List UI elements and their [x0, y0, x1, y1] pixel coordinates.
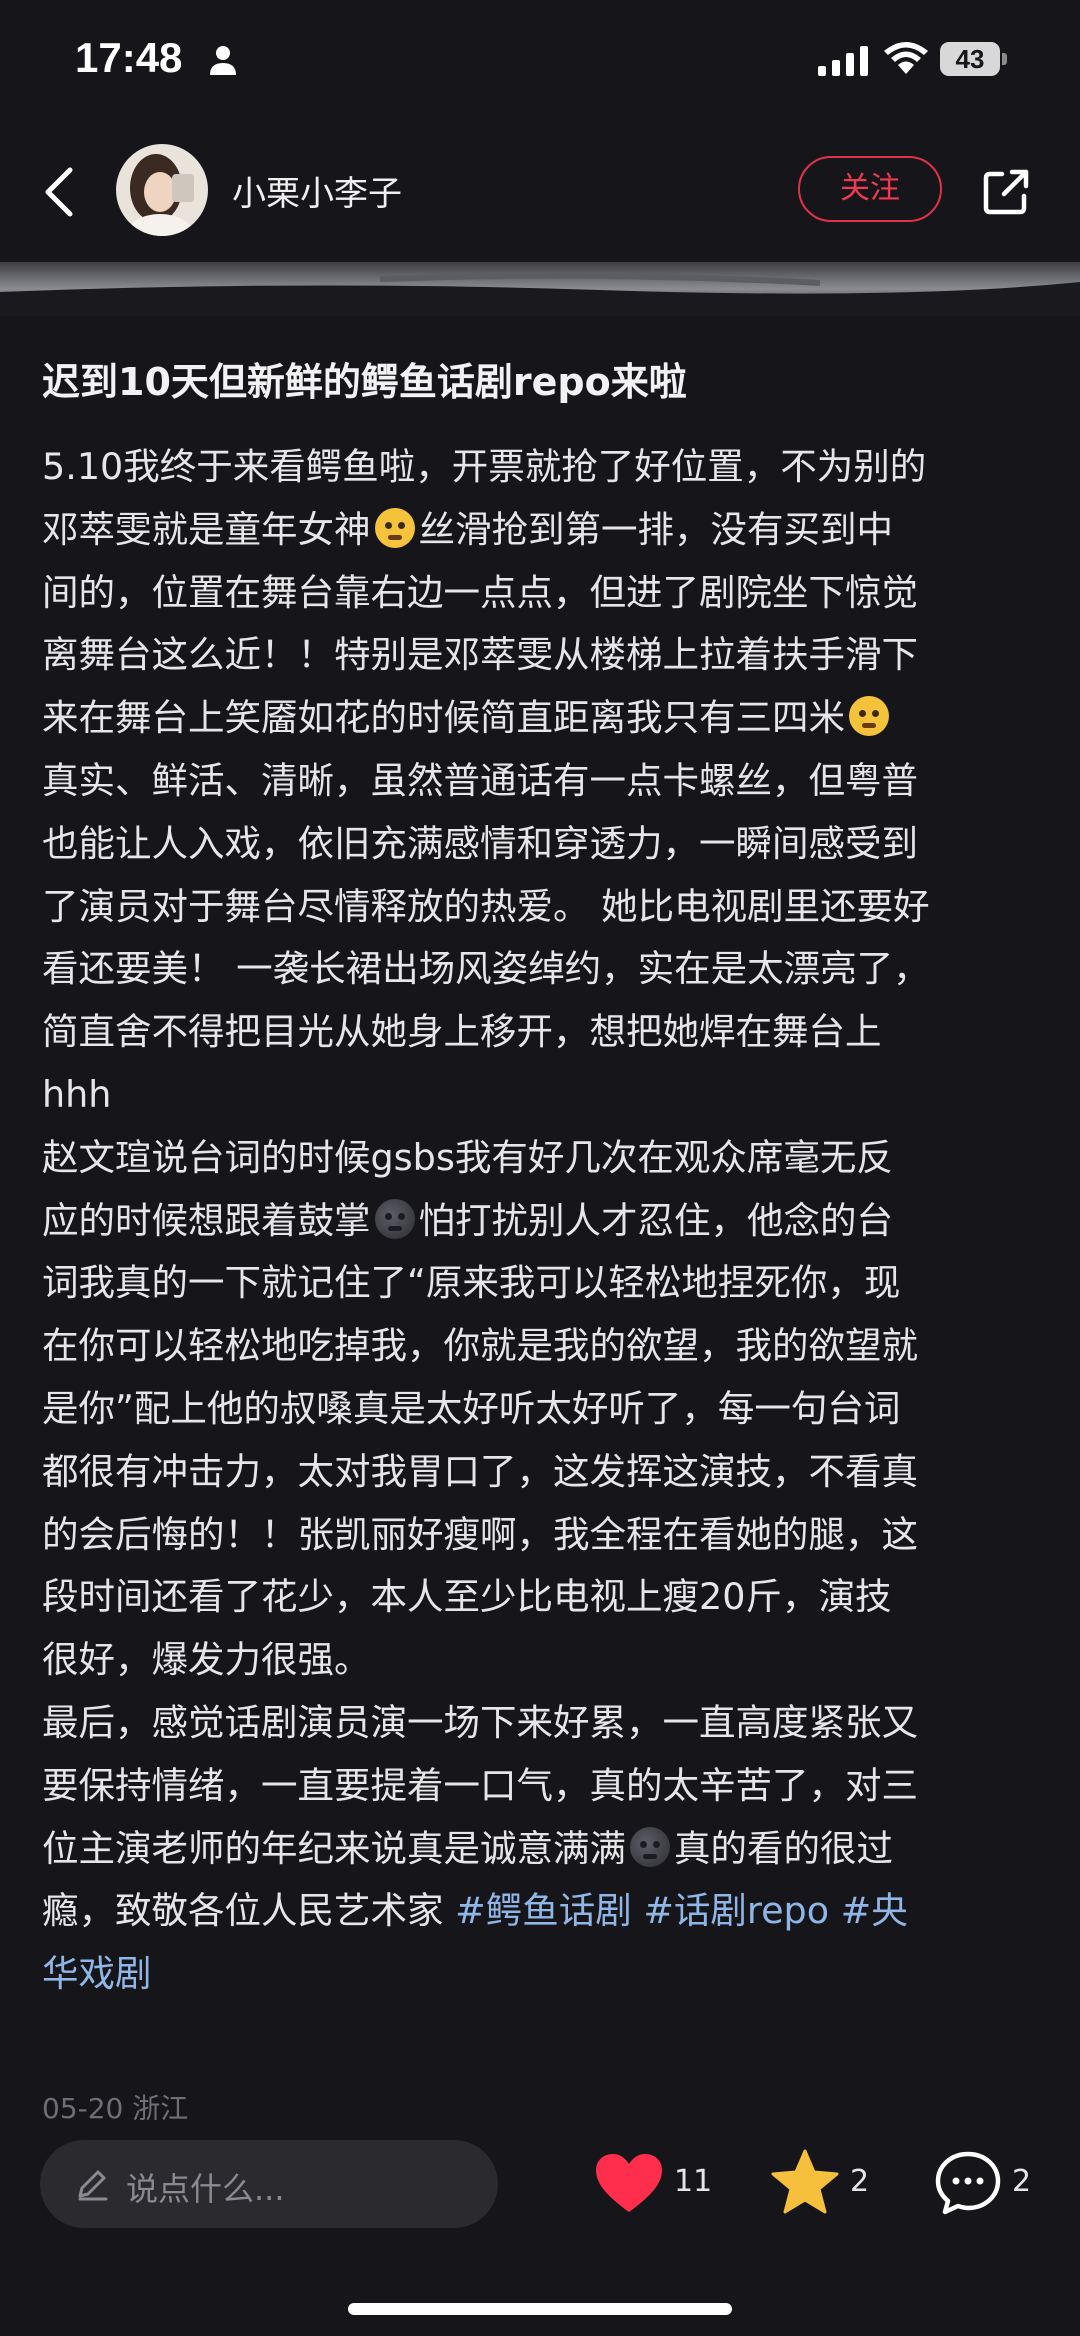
post-body-line: 赵文瑄说台词的时候gsbs我有好几次在观众席毫无反 — [42, 1127, 1038, 1190]
post-text: 应的时候想跟着鼓掌 — [42, 1198, 371, 1242]
chat-icon[interactable] — [934, 2150, 1002, 2216]
post-body-line: 离舞台这么近！！特别是邓萃雯从楼梯上拉着扶手滑下 — [42, 624, 1038, 687]
status-time: 17:48 — [75, 34, 183, 81]
comment-placeholder: 说点什么... — [126, 2170, 285, 2208]
post-text: 都很有冲击力，太对我胃口了，这发挥这演技，不看真 — [42, 1449, 918, 1493]
post-body-line: 了演员对于舞台尽情释放的热爱。 她比电视剧里还要好 — [42, 876, 1038, 939]
note-detail-page: 17:48 43 小栗小李子 关注 迟到10天但新鲜的鳄鱼话剧repo来啦 5.… — [0, 0, 1080, 2336]
post-text: 要保持情绪，一直要提着一口气，真的太辛苦了，对三 — [42, 1763, 918, 1807]
hashtag-link[interactable]: 华戏剧 — [42, 1952, 152, 1995]
author-name[interactable]: 小栗小李子 — [232, 166, 402, 215]
post-text: 来在舞台上笑靥如花的时候简直距离我只有三四米 — [42, 696, 845, 740]
post-body-line: 词我真的一下就记住了“原来我可以轻松地捏死你，现 — [42, 1252, 1038, 1315]
post-content: 迟到10天但新鲜的鳄鱼话剧repo来啦 5.10我终于来看鳄鱼啦，开票就抢了好位… — [42, 342, 1038, 2006]
star-icon[interactable] — [770, 2148, 840, 2216]
post-text: 赵文瑄说台词的时候gsbs我有好几次在观众席毫无反 — [42, 1135, 893, 1179]
post-body-line: 的会后悔的！！张凯丽好瘦啊，我全程在看她的腿，这 — [42, 1504, 1038, 1567]
battery-level: 43 — [955, 44, 985, 74]
post-body-line: 华戏剧 — [42, 1943, 1038, 2006]
post-text: 的会后悔的！！张凯丽好瘦啊，我全程在看她的腿，这 — [42, 1512, 918, 1556]
post-text: 段时间还看了花少，本人至少比电视上瘦20斤，演技 — [42, 1575, 892, 1619]
post-text: 丝滑抢到第一排，没有买到中 — [418, 507, 894, 551]
post-body-line: 应的时候想跟着鼓掌 怕打扰别人才忍住，他念的台 — [42, 1190, 1038, 1253]
post-body-line: 瘾，致敬各位人民艺术家 #鳄鱼话剧 #话剧repo #央 — [42, 1880, 1038, 1943]
post-text: 看还要美！ 一袭长裙出场风姿绰约，实在是太漂亮了， — [42, 947, 930, 991]
wifi-icon — [884, 42, 928, 74]
person-icon — [210, 46, 236, 75]
home-indicator[interactable] — [348, 2303, 732, 2315]
pleading-face-emoji — [849, 696, 889, 737]
post-text: 瘾，致敬各位人民艺术家 — [42, 1889, 456, 1933]
post-text: 词我真的一下就记住了“原来我可以轻松地捏死你，现 — [42, 1261, 901, 1305]
post-text: 真的看的很过 — [674, 1826, 893, 1870]
post-body-line: 在你可以轻松地吃掉我，你就是我的欲望，我的欲望就 — [42, 1315, 1038, 1378]
post-body-line: 很好，爆发力很强。 — [42, 1629, 1038, 1692]
post-body-line: hhh — [42, 1064, 1038, 1127]
like-icon[interactable] — [594, 2152, 664, 2214]
hashtag-link[interactable]: #鳄鱼话剧 — [455, 1889, 632, 1932]
comment-input[interactable]: 说点什么... — [40, 2140, 498, 2228]
post-body-line: 5.10我终于来看鳄鱼啦，开票就抢了好位置，不为别的 — [42, 436, 1038, 499]
like-count: 11 — [674, 2164, 713, 2199]
post-body-line: 要保持情绪，一直要提着一口气，真的太辛苦了，对三 — [42, 1755, 1038, 1818]
post-image[interactable] — [0, 262, 1080, 316]
post-text: 离舞台这么近！！特别是邓萃雯从楼梯上拉着扶手滑下 — [42, 633, 918, 677]
post-text — [632, 1889, 644, 1932]
post-body-line: 都很有冲击力，太对我胃口了，这发挥这演技，不看真 — [42, 1441, 1038, 1504]
comment-count: 2 — [1012, 2164, 1032, 2199]
new-moon-face-emoji — [630, 1826, 670, 1867]
pencil-icon — [78, 2170, 108, 2201]
follow-button[interactable]: 关注 — [798, 156, 942, 222]
post-text — [829, 1889, 841, 1932]
post-body-line: 也能让人入戏，依旧充满感情和穿透力，一瞬间感受到 — [42, 813, 1038, 876]
post-text: 位主演老师的年纪来说真是诚意满满 — [42, 1826, 626, 1870]
post-text: 在你可以轻松地吃掉我，你就是我的欲望，我的欲望就 — [42, 1324, 918, 1368]
signal-icon — [818, 46, 868, 76]
post-text: 了演员对于舞台尽情释放的热爱。 她比电视剧里还要好 — [42, 884, 930, 928]
battery-icon: 43 — [940, 42, 1007, 76]
loudly-crying-face-emoji — [374, 507, 415, 548]
hashtag-link[interactable]: #话剧repo — [643, 1889, 829, 1932]
post-date: 05-20 浙江 — [42, 2092, 189, 2120]
post-body-line: 间的，位置在舞台靠右边一点点，但进了剧院坐下惊觉 — [42, 562, 1038, 625]
post-text: 最后，感觉话剧演员演一场下来好累，一直高度紧张又 — [42, 1700, 918, 1744]
post-text: 是你”配上他的叔嗓真是太好听太好听了，每一句台词 — [42, 1386, 901, 1430]
avatar[interactable] — [116, 144, 208, 236]
back-icon[interactable] — [40, 166, 80, 218]
star-count: 2 — [850, 2164, 870, 2199]
post-text: 简直舍不得把目光从她身上移开，想把她焊在舞台上 — [42, 1010, 882, 1054]
post-text: 间的，位置在舞台靠右边一点点，但进了剧院坐下惊觉 — [42, 570, 918, 614]
post-body-line: 看还要美！ 一袭长裙出场风姿绰约，实在是太漂亮了， — [42, 938, 1038, 1001]
post-title: 迟到10天但新鲜的鳄鱼话剧repo来啦 — [42, 360, 687, 404]
share-icon[interactable] — [980, 166, 1032, 218]
post-text: 怕打扰别人才忍住，他念的台 — [418, 1198, 894, 1242]
post-body: 5.10我终于来看鳄鱼啦，开票就抢了好位置，不为别的 邓萃雯就是童年女神 丝滑抢到第… — [42, 436, 1038, 2006]
post-text: 也能让人入戏，依旧充满感情和穿透力，一瞬间感受到 — [42, 821, 918, 865]
post-text: 真实、鲜活、清晰，虽然普通话有一点卡螺丝，但粤普 — [42, 758, 918, 802]
hashtag-link[interactable]: #央 — [841, 1889, 908, 1932]
post-body-line: 来在舞台上笑靥如花的时候简直距离我只有三四米 — [42, 687, 1038, 750]
status-bar: 17:48 43 — [0, 0, 1080, 120]
post-text: hhh — [42, 1072, 112, 1116]
post-body-line: 是你”配上他的叔嗓真是太好听太好听了，每一句台词 — [42, 1378, 1038, 1441]
new-moon-face-emoji — [374, 1198, 415, 1239]
post-text: 邓萃雯就是童年女神 — [42, 507, 371, 551]
post-text: 5.10我终于来看鳄鱼啦，开票就抢了好位置，不为别的 — [42, 445, 927, 488]
post-body-line: 真实、鲜活、清晰，虽然普通话有一点卡螺丝，但粤普 — [42, 750, 1038, 813]
post-body-line: 邓萃雯就是童年女神 丝滑抢到第一排，没有买到中 — [42, 499, 1038, 562]
post-body-line: 位主演老师的年纪来说真是诚意满满 真的看的很过 — [42, 1818, 1038, 1881]
post-text: 很好，爆发力很强。 — [42, 1638, 371, 1682]
post-body-line: 段时间还看了花少，本人至少比电视上瘦20斤，演技 — [42, 1566, 1038, 1629]
post-header: 小栗小李子 关注 — [0, 130, 1080, 250]
post-body-line: 简直舍不得把目光从她身上移开，想把她焊在舞台上 — [42, 1001, 1038, 1064]
post-body-line: 最后，感觉话剧演员演一场下来好累，一直高度紧张又 — [42, 1692, 1038, 1755]
